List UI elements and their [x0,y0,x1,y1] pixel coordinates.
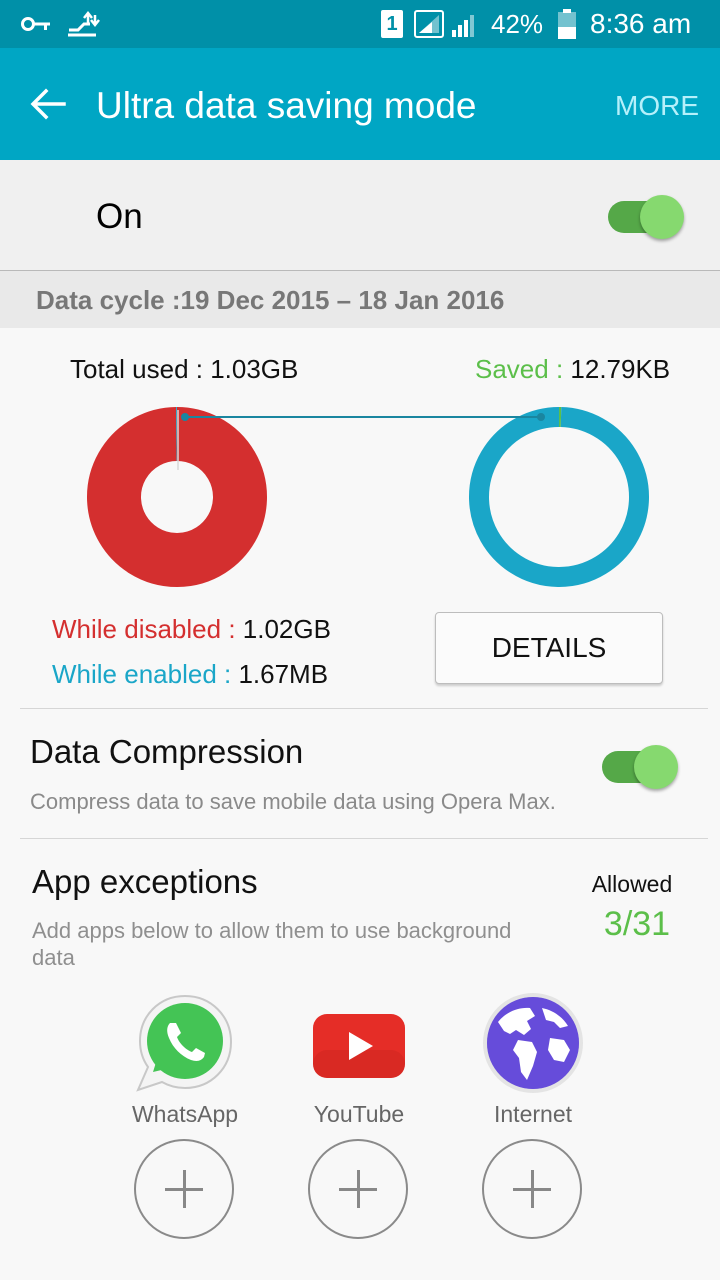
youtube-icon [313,1014,405,1078]
add-app-button[interactable] [482,1139,582,1239]
sim-badge: 1 [386,13,398,35]
while-disabled: While disabled : 1.02GB [52,613,331,645]
add-app-button[interactable] [134,1139,234,1239]
app-label: YouTube [313,1101,405,1127]
usage-charts [87,407,649,587]
signal-icon [452,15,474,37]
saved-value: 12.79KB [570,354,671,384]
key-icon [21,17,50,31]
connector-dot [537,413,545,421]
app-exceptions-title: App exceptions [32,863,258,900]
total-used-value: 1.03GB [210,354,299,384]
allowed-label: Allowed [591,871,673,897]
signal-icon [414,10,444,38]
while-enabled-label: While enabled : [52,659,239,689]
slice-while-disabled [87,407,267,587]
app-item-youtube[interactable]: YouTube [279,990,439,1130]
battery-icon [558,9,576,39]
divider [20,838,708,839]
app-item-whatsapp[interactable]: WhatsApp [105,990,265,1130]
whatsapp-icon [136,994,233,1092]
data-compression-toggle[interactable] [600,745,680,789]
more-button[interactable]: MORE [615,88,699,124]
app-label: WhatsApp [131,1101,239,1127]
toggle-thumb [640,195,684,239]
sim-icon: 1 [381,10,403,38]
saved-label: Saved : [475,354,571,384]
app-label: Internet [494,1101,572,1127]
status-bar: 1 42% 8:36 am [0,0,720,48]
saved-donut [469,407,649,587]
saved: Saved : 12.79KB [475,353,670,385]
back-arrow-icon[interactable] [28,84,68,124]
page-title: Ultra data saving mode [96,85,477,126]
allowed-count: 3/31 [603,905,671,943]
total-used-donut [87,407,267,587]
slice-used [469,407,649,587]
internet-globe-icon [483,993,583,1093]
total-used-label: Total used : [70,354,211,384]
data-cycle-label: Data cycle :19 Dec 2015 – 18 Jan 2016 [36,285,505,315]
data-transfer-icon [68,10,100,37]
while-disabled-value: 1.02GB [242,614,331,644]
clock: 8:36 am [590,8,692,39]
total-used: Total used : 1.03GB [70,353,298,385]
master-switch-label: On [96,197,143,236]
app-exceptions-subtitle: Add apps below to allow them to use back… [32,918,512,970]
while-enabled: While enabled : 1.67MB [52,658,328,690]
divider [20,708,708,709]
while-disabled-label: While disabled : [52,614,243,644]
add-app-button[interactable] [308,1139,408,1239]
master-toggle[interactable] [606,195,686,239]
details-button[interactable]: DETAILS [435,612,663,684]
toggle-thumb [634,745,678,789]
battery-percent: 42% [491,9,544,39]
app-item-internet[interactable]: Internet [453,990,613,1130]
connector-dot [181,413,189,421]
data-compression-title: Data Compression [30,733,304,770]
while-enabled-value: 1.67MB [238,659,329,689]
data-compression-subtitle: Compress data to save mobile data using … [30,789,556,814]
